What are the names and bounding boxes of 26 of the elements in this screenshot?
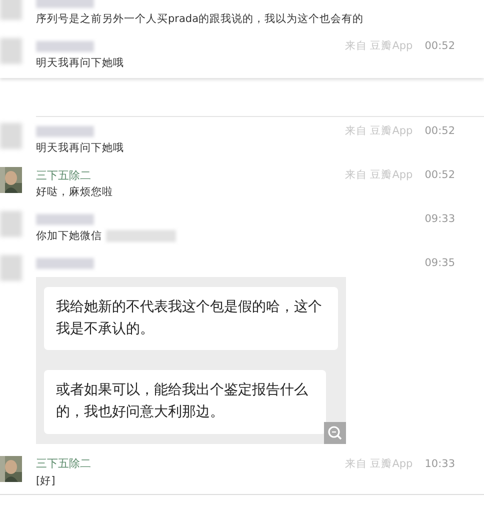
message-text: 明天我再问下她哦	[36, 56, 124, 70]
message-text: 明天我再问下她哦	[36, 141, 124, 155]
source-label: 来自 豆瓣App	[344, 456, 413, 471]
author-name[interactable]: 三下五除二	[36, 168, 91, 182]
message-text: 好哒，麻烦您啦	[36, 185, 113, 199]
message-text: 你加下她微信	[36, 229, 102, 243]
message-time: 00:52	[424, 40, 455, 52]
source-label: 来自 豆瓣App	[344, 39, 413, 53]
message-time: 09:33	[424, 213, 455, 225]
blurred-avatar	[0, 123, 22, 149]
message-bubble: 我给她新的不代表我这个包是假的哈，这个我是不承认的。	[44, 287, 338, 350]
message-text: 序列号是之前另外一个人买prada的跟我说的，我以为这个也会有的	[36, 12, 364, 26]
message-time: 10:33	[424, 458, 455, 470]
message-time: 00:52	[424, 169, 455, 181]
message-time: 00:52	[424, 125, 455, 137]
blurred-avatar	[0, 255, 22, 281]
blurred-avatar	[0, 0, 22, 20]
blurred-avatar	[0, 211, 22, 237]
source-label: 来自 豆瓣App	[344, 168, 413, 182]
message-time: 09:35	[424, 257, 455, 269]
message-text: [好]	[36, 474, 56, 488]
author-name[interactable]: 三下五除二	[36, 456, 91, 472]
image-message[interactable]: 我给她新的不代表我这个包是假的哈，这个我是不承认的。 或者如果可以，能给我出个鉴定报告什么的，我也好问意大利那边。	[36, 277, 346, 444]
blurred-avatar	[0, 38, 22, 64]
message-bubble: 或者如果可以，能给我出个鉴定报告什么的，我也好问意大利那边。	[44, 370, 326, 434]
source-label: 来自 豆瓣App	[344, 124, 413, 138]
